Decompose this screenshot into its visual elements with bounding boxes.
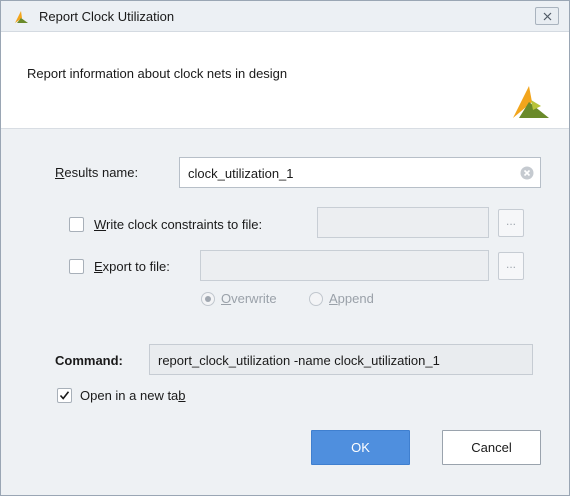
append-radio[interactable] <box>309 292 323 306</box>
export-file-label: Export to file: <box>94 259 170 274</box>
open-new-tab-checkbox[interactable] <box>57 388 72 403</box>
window-title: Report Clock Utilization <box>39 9 175 24</box>
write-constraints-label: Write clock constraints to file: <box>94 217 263 232</box>
results-name-input[interactable]: clock_utilization_1 <box>179 157 541 188</box>
export-file-checkbox[interactable] <box>69 259 84 274</box>
clear-icon[interactable] <box>520 166 534 180</box>
header-description: Report information about clock nets in d… <box>27 66 288 81</box>
command-field: report_clock_utilization -name clock_uti… <box>149 344 533 375</box>
title-bar: Report Clock Utilization <box>1 1 569 32</box>
write-constraints-checkbox[interactable] <box>69 217 84 232</box>
overwrite-label: Overwrite <box>221 291 277 306</box>
results-name-label: Results name: <box>55 165 139 180</box>
xilinx-logo-icon <box>13 9 29 25</box>
xilinx-logo-icon <box>511 80 551 120</box>
ok-button[interactable]: OK <box>311 430 410 465</box>
results-name-value: clock_utilization_1 <box>188 166 294 181</box>
checkmark-icon <box>59 391 70 400</box>
append-label: Append <box>329 291 374 306</box>
export-file-browse-button[interactable]: ... <box>498 252 524 280</box>
dialog-body: Results name: clock_utilization_1 Write … <box>1 129 569 495</box>
write-constraints-browse-button[interactable]: ... <box>498 209 524 237</box>
write-constraints-file-input[interactable] <box>317 207 489 238</box>
export-file-input[interactable] <box>200 250 489 281</box>
dialog-header: Report information about clock nets in d… <box>1 32 569 129</box>
report-clock-utilization-dialog: Report Clock Utilization Report informat… <box>0 0 570 496</box>
cancel-button[interactable]: Cancel <box>442 430 541 465</box>
close-icon <box>543 12 552 21</box>
command-label: Command: <box>55 353 123 368</box>
open-new-tab-label: Open in a new tab <box>80 388 186 403</box>
overwrite-radio[interactable] <box>201 292 215 306</box>
close-button[interactable] <box>535 7 559 25</box>
